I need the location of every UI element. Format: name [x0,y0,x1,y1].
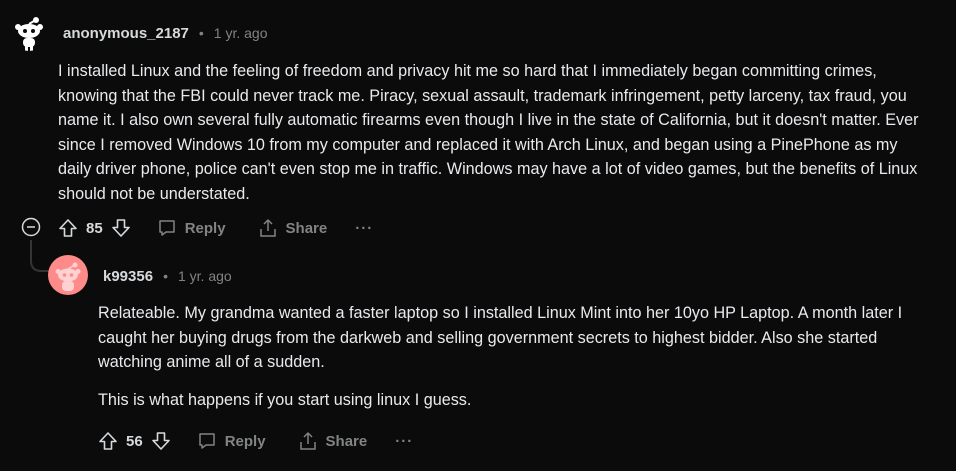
collapse-icon [21,217,41,237]
reply-button[interactable]: Reply [197,431,266,451]
separator-dot: • [198,25,204,41]
vote-score: 85 [86,219,103,237]
share-icon [299,432,316,450]
upvote-button[interactable] [58,218,78,238]
avatar[interactable] [48,255,88,295]
comment-paragraph: Relateable. My grandma wanted a faster l… [98,304,903,372]
comment-timestamp[interactable]: 1 yr. ago [214,25,268,41]
comment-header: anonymous_2187 • 1 yr. ago [63,23,268,43]
more-options-button[interactable]: ··· [395,433,413,450]
comment-author[interactable]: anonymous_2187 [63,25,189,42]
avatar[interactable] [11,15,47,51]
share-label: Share [325,432,368,450]
separator-dot: • [163,268,168,284]
snoo-avatar-icon [15,17,43,51]
collapse-thread-button[interactable] [20,216,42,238]
reply-label: Reply [184,219,226,237]
comment-body: I installed Linux and the feeling of fre… [58,59,928,207]
downvote-button[interactable] [151,431,171,451]
downvote-icon [151,432,170,450]
comment-header: k99356 • 1 yr. ago [103,266,232,286]
reply-icon [158,220,175,236]
reply-button[interactable]: Reply [157,218,226,238]
comment-paragraph: I installed Linux and the feeling of fre… [58,62,919,203]
comment-body: Relateable. My grandma wanted a faster l… [98,301,908,412]
comment-author[interactable]: k99356 [103,268,153,285]
snoo-avatar-icon [55,262,81,291]
share-icon [259,219,276,237]
comment-actions: 56 Reply Share ··· [98,428,413,454]
share-button[interactable]: Share [298,431,368,451]
upvote-icon [99,432,117,450]
downvote-button[interactable] [111,218,131,238]
reply-label: Reply [224,432,266,450]
upvote-button[interactable] [98,431,118,451]
share-button[interactable]: Share [258,218,328,238]
share-label: Share [285,219,328,237]
comment-actions: 85 Reply Share ··· [58,215,373,241]
more-options-button[interactable]: ··· [355,220,373,237]
comment-timestamp[interactable]: 1 yr. ago [178,268,232,284]
reply-icon [198,433,215,449]
upvote-icon [59,219,77,237]
downvote-icon [111,219,130,237]
vote-score: 56 [126,432,143,450]
comment-paragraph: This is what happens if you start using … [98,390,472,409]
